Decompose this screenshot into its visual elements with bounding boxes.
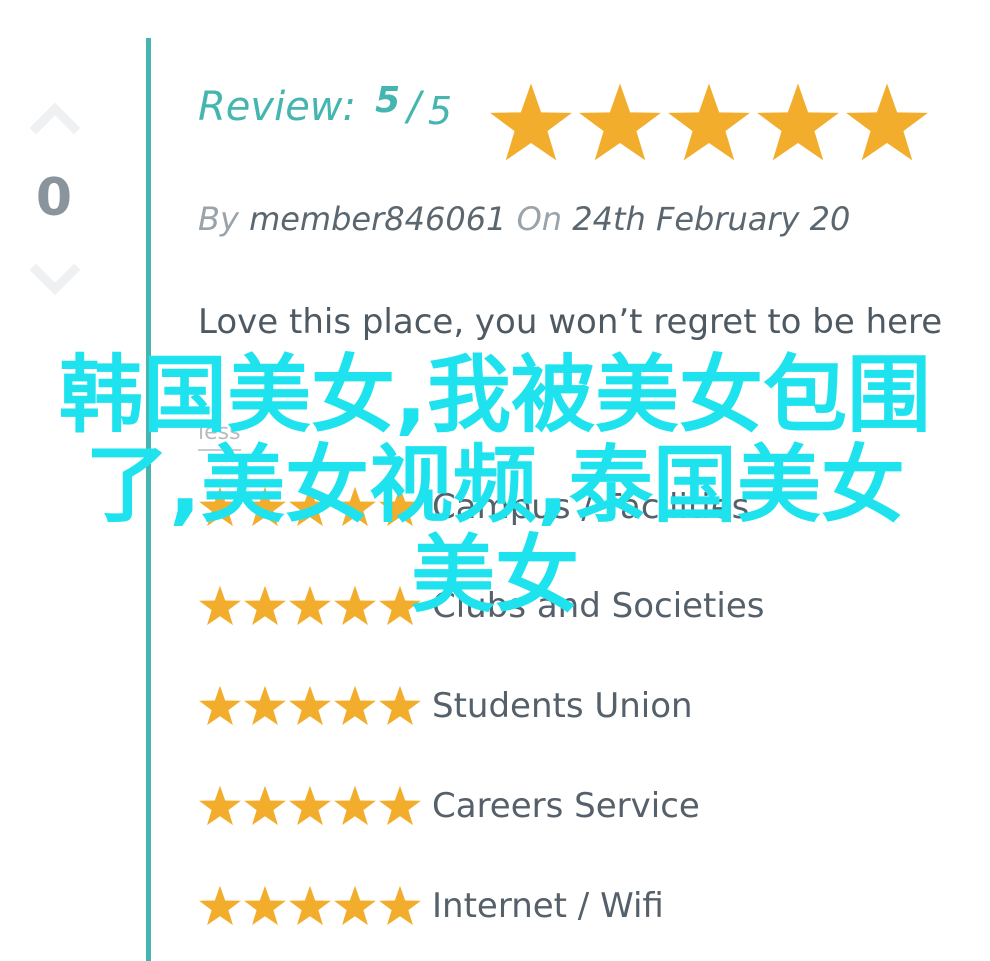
review-score-max: 5	[427, 89, 453, 133]
vote-count: 0	[35, 168, 73, 228]
star-icon	[668, 83, 750, 161]
category-rating-stars	[198, 584, 422, 628]
category-rating-stars	[198, 784, 422, 828]
star-icon	[846, 83, 928, 161]
star-icon	[334, 685, 376, 726]
review-score-slash: /	[407, 84, 421, 130]
star-icon	[244, 685, 286, 726]
star-icon	[199, 585, 241, 626]
star-icon	[379, 885, 421, 926]
star-icon	[289, 585, 331, 626]
downvote-arrow-icon[interactable]	[30, 262, 80, 298]
star-icon	[289, 785, 331, 826]
star-icon	[289, 486, 331, 527]
star-icon	[379, 486, 421, 527]
review-byline: By member846061 On 24th February 20	[198, 200, 850, 238]
category-rating-stars	[198, 485, 422, 529]
star-icon	[199, 785, 241, 826]
review-text: Love this place, you won’t regret to be …	[198, 302, 943, 342]
star-icon	[244, 785, 286, 826]
star-icon	[579, 83, 661, 161]
star-icon	[199, 885, 241, 926]
less-link[interactable]: less	[198, 420, 241, 451]
review-date: 24th February 20	[572, 200, 851, 238]
star-icon	[334, 585, 376, 626]
star-icon	[244, 486, 286, 527]
category-label: Campus / Facilities	[432, 487, 750, 527]
review-score-heading: Review: 5 / 5	[198, 80, 453, 133]
star-icon	[334, 486, 376, 527]
category-rating-stars	[198, 684, 422, 728]
overall-rating-stars	[488, 80, 930, 166]
star-icon	[334, 885, 376, 926]
star-icon	[334, 785, 376, 826]
category-label: Internet / Wifi	[432, 886, 664, 926]
star-icon	[757, 83, 839, 161]
star-icon	[244, 885, 286, 926]
category-row: Campus / Facilities	[198, 482, 749, 532]
star-icon	[199, 486, 241, 527]
byline-by: By	[198, 200, 239, 238]
star-icon	[244, 585, 286, 626]
star-icon	[289, 685, 331, 726]
star-icon	[379, 585, 421, 626]
category-row: Clubs and Societies	[198, 581, 764, 631]
star-icon	[289, 885, 331, 926]
category-row: Careers Service	[198, 781, 700, 831]
review-score: 5	[375, 80, 401, 121]
star-icon	[379, 785, 421, 826]
review-author: member846061	[249, 200, 507, 238]
category-rating-stars	[198, 884, 422, 928]
review-divider	[146, 38, 151, 961]
category-row: Internet / Wifi	[198, 881, 664, 931]
category-label: Clubs and Societies	[432, 586, 765, 626]
category-row: Students Union	[198, 681, 693, 731]
byline-on: On	[516, 200, 563, 238]
upvote-arrow-icon[interactable]	[30, 100, 80, 136]
category-label: Students Union	[432, 686, 693, 726]
review-label: Review:	[198, 84, 356, 130]
star-icon	[490, 83, 572, 161]
star-icon	[199, 685, 241, 726]
category-label: Careers Service	[432, 786, 700, 826]
star-icon	[379, 685, 421, 726]
